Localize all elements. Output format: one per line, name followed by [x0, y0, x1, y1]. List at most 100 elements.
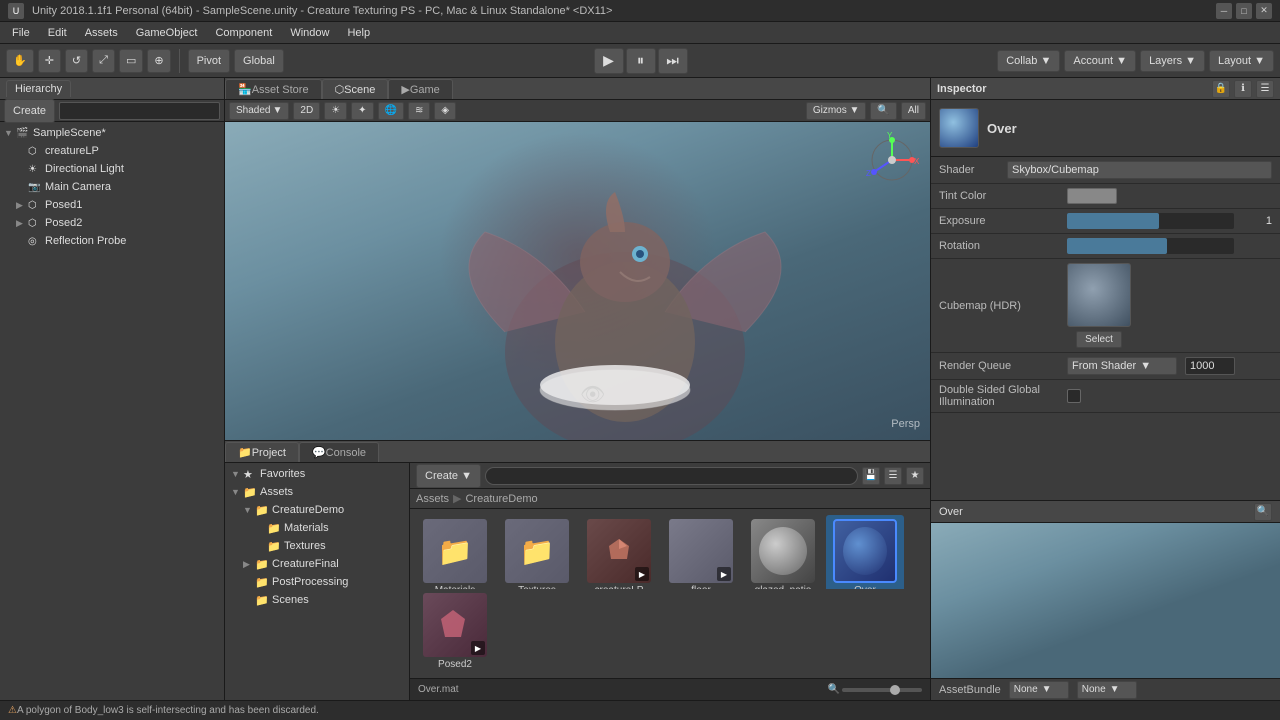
ab-variant-chevron: ▼	[1110, 684, 1120, 695]
hier-creaturelp[interactable]: ⬡ creatureLP	[0, 142, 224, 160]
fog-btn[interactable]: ≋	[408, 102, 430, 120]
tree-item[interactable]: 📁 Materials	[225, 519, 409, 537]
play-btn[interactable]: ▶	[594, 48, 624, 74]
collab-btn[interactable]: Collab ▼	[997, 50, 1060, 72]
tree-arrow: ▶	[243, 559, 255, 570]
asset-bundle-variant-dropdown[interactable]: None ▼	[1077, 681, 1137, 699]
tool-hand[interactable]: ✋	[6, 49, 34, 73]
asset-store-tab[interactable]: 🏪 Asset Store	[225, 79, 322, 99]
sphere-preview	[759, 527, 807, 575]
project-tab[interactable]: 📁 Project	[225, 442, 299, 462]
breadcrumb-assets[interactable]: Assets	[416, 493, 449, 505]
asset-posed2[interactable]: ▶ Posed2	[416, 589, 494, 674]
tree-item[interactable]: ▼ 📁 Assets	[225, 483, 409, 501]
hier-camera[interactable]: 📷 Main Camera	[0, 178, 224, 196]
hier-posed1[interactable]: ▶ ⬡ Posed1	[0, 196, 224, 214]
tree-label: Favorites	[260, 468, 305, 480]
rotation-slider[interactable]	[1067, 238, 1234, 254]
layout-btn[interactable]: Layout ▼	[1209, 50, 1274, 72]
tool-rotate[interactable]: ↺	[65, 49, 88, 73]
menu-icon[interactable]: ☰	[1256, 80, 1274, 98]
global-btn[interactable]: Global	[234, 49, 284, 73]
hierarchy-create-btn[interactable]: Create	[4, 99, 55, 123]
bloom-btn[interactable]: ◈	[434, 102, 456, 120]
layers-btn[interactable]: Layers ▼	[1140, 50, 1205, 72]
console-tab[interactable]: 💬 Console	[299, 442, 379, 462]
scene-tab[interactable]: ⬡ Scene	[322, 79, 389, 99]
preview-zoom-btn[interactable]: 🔍	[1254, 503, 1272, 521]
exposure-slider[interactable]	[1067, 213, 1234, 229]
fx-btn[interactable]: ✦	[351, 102, 373, 120]
size-slider-handle[interactable]	[890, 685, 900, 695]
asset-creaturelp[interactable]: ▶ creatureLP	[580, 515, 658, 589]
account-btn[interactable]: Account ▼	[1064, 50, 1136, 72]
menu-assets[interactable]: Assets	[77, 25, 126, 41]
hier-dirlight[interactable]: ☀ Directional Light	[0, 160, 224, 178]
window-controls[interactable]: ─ □ ✕	[1216, 3, 1272, 19]
view-2d-btn[interactable]: 2D	[293, 102, 320, 120]
game-tab[interactable]: ▶ Game	[388, 79, 452, 99]
project-search[interactable]	[485, 467, 858, 485]
menu-component[interactable]: Component	[207, 25, 280, 41]
folder-icon: 📁	[438, 535, 473, 568]
tool-move[interactable]: ✛	[38, 49, 61, 73]
hierarchy-tab[interactable]: Hierarchy	[6, 80, 71, 97]
tree-item[interactable]: ▼ 📁 CreatureDemo	[225, 501, 409, 519]
double-sided-checkbox[interactable]	[1067, 389, 1081, 403]
hierarchy-search[interactable]	[59, 102, 220, 120]
step-btn[interactable]: ⏭	[658, 48, 688, 74]
color-swatch[interactable]	[1067, 188, 1117, 204]
shader-value[interactable]: Skybox/Cubemap	[1007, 161, 1272, 179]
close-btn[interactable]: ✕	[1256, 3, 1272, 19]
asset-bundle-dropdown[interactable]: None ▼	[1009, 681, 1069, 699]
tool-scale[interactable]: ⤢	[92, 49, 115, 73]
pause-btn[interactable]: ⏸	[626, 48, 656, 74]
project-create-btn[interactable]: Create ▼	[416, 464, 481, 488]
tree-item[interactable]: 📁 Textures	[225, 537, 409, 555]
tree-item[interactable]: ▼ ★ Favorites	[225, 465, 409, 483]
hier-scene[interactable]: ▼ 🎬 SampleScene*	[0, 124, 224, 142]
window-title: Unity 2018.1.1f1 Personal (64bit) - Samp…	[32, 5, 1208, 17]
search-scene-btn[interactable]: 🔍	[870, 102, 896, 120]
tree-item[interactable]: 📁 Scenes	[225, 591, 409, 609]
pedestal-svg	[535, 360, 695, 420]
minimize-btn[interactable]: ─	[1216, 3, 1232, 19]
console-icon: 💬	[312, 446, 326, 459]
lighting-btn[interactable]: ☀	[324, 102, 347, 120]
maximize-btn[interactable]: □	[1236, 3, 1252, 19]
menu-window[interactable]: Window	[282, 25, 337, 41]
pivot-btn[interactable]: Pivot	[188, 49, 230, 73]
breadcrumb-creaturedemo[interactable]: CreatureDemo	[465, 493, 537, 505]
lock-icon[interactable]: 🔒	[1212, 80, 1230, 98]
menu-gameobject[interactable]: GameObject	[128, 25, 206, 41]
tree-item[interactable]: 📁 PostProcessing	[225, 573, 409, 591]
render-queue-value[interactable]: 1000	[1185, 357, 1235, 375]
scene-viewport[interactable]: X Y Z Persp	[225, 122, 930, 440]
info-icon[interactable]: ℹ	[1234, 80, 1252, 98]
tool-rect[interactable]: ▭	[119, 49, 143, 73]
select-btn[interactable]: Select	[1076, 331, 1122, 348]
render-queue-mode[interactable]: From Shader ▼	[1067, 357, 1177, 375]
shading-mode-btn[interactable]: Shaded ▼	[229, 102, 289, 120]
asset-materials[interactable]: 📁 Materials	[416, 515, 494, 589]
asset-floor[interactable]: ▶ floor	[662, 515, 740, 589]
menu-edit[interactable]: Edit	[40, 25, 75, 41]
hier-reflprobe[interactable]: ◎ Reflection Probe	[0, 232, 224, 250]
gizmos-btn[interactable]: Gizmos ▼	[806, 102, 867, 120]
project-save-btn[interactable]: 💾	[862, 467, 880, 485]
asset-glazed-patio[interactable]: glazed_patio	[744, 515, 822, 589]
scene-gizmo[interactable]: X Y Z	[862, 130, 922, 190]
skybox-btn[interactable]: 🌐	[378, 102, 404, 120]
all-layers-btn[interactable]: All	[901, 102, 926, 120]
project-view-btn[interactable]: ☰	[884, 467, 902, 485]
size-slider[interactable]	[842, 688, 922, 692]
project-star-btn[interactable]: ★	[906, 467, 924, 485]
menu-file[interactable]: File	[4, 25, 38, 41]
sphere-preview	[843, 527, 887, 575]
tool-multi[interactable]: ⊕	[147, 49, 170, 73]
menu-help[interactable]: Help	[339, 25, 378, 41]
tree-item[interactable]: ▶ 📁 CreatureFinal	[225, 555, 409, 573]
asset-over[interactable]: Over	[826, 515, 904, 589]
hier-posed2[interactable]: ▶ ⬡ Posed2	[0, 214, 224, 232]
asset-textures[interactable]: 📁 Textures	[498, 515, 576, 589]
